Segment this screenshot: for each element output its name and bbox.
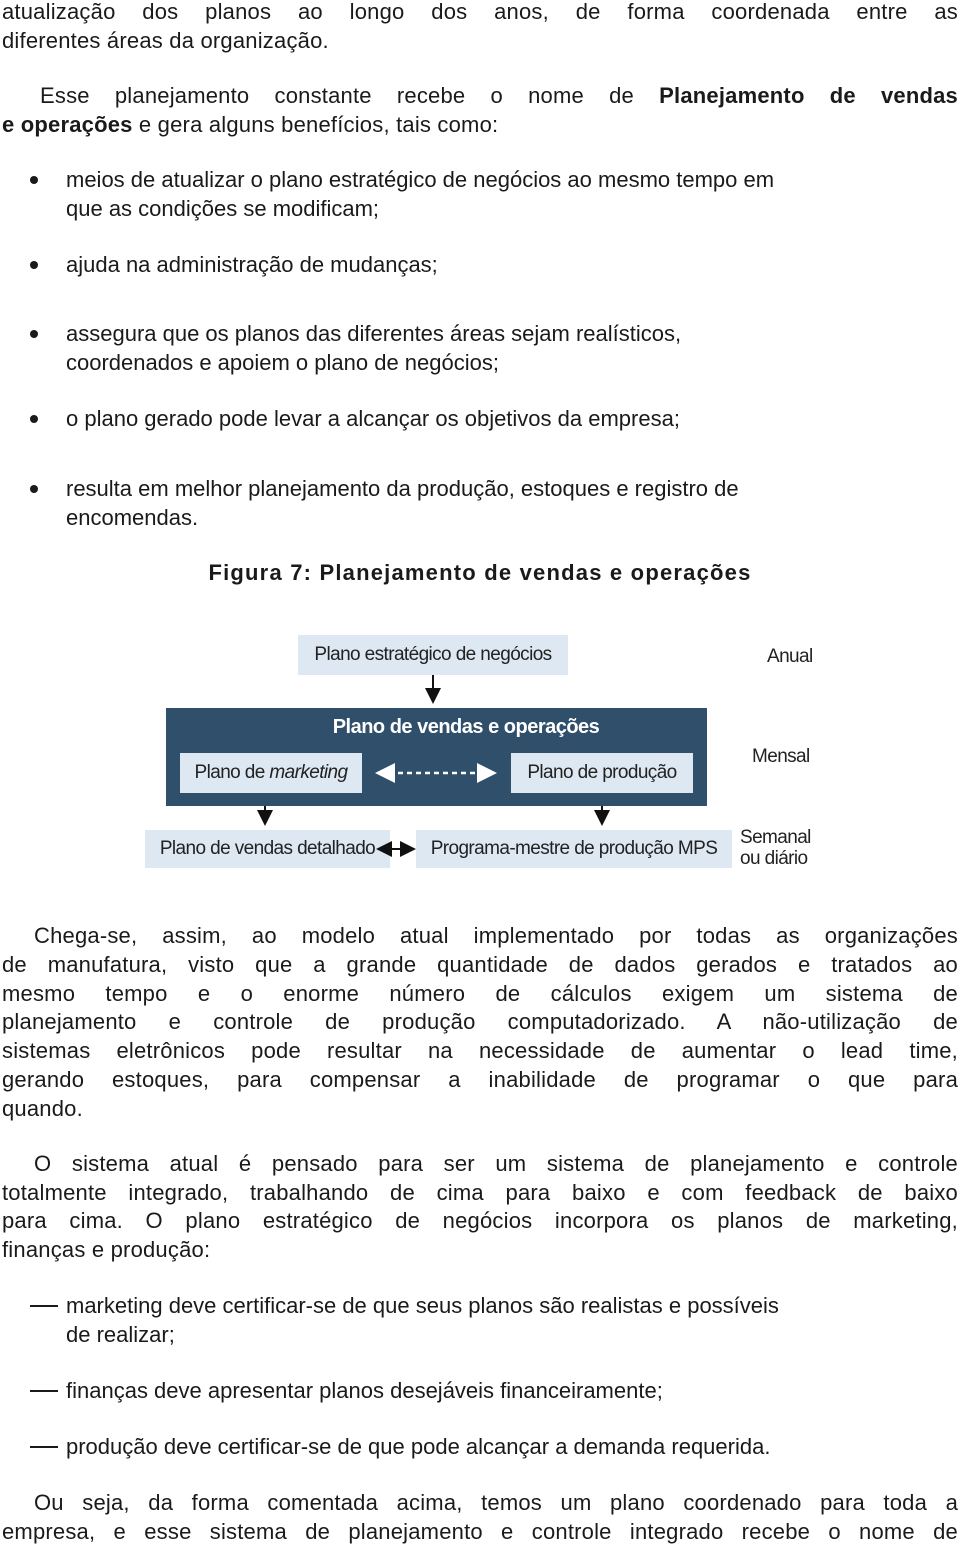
para1-text-cont: e gera alguns benefícios, tais como: (132, 112, 499, 137)
para1-text: Esse planejamento constante recebe o nom… (40, 83, 660, 108)
list-item-text: encomendas. (66, 505, 199, 530)
bullet-icon (30, 176, 38, 184)
box-mps: Programa-mestre de produção MPS (416, 830, 732, 868)
list-item-text: coordenados e apoiem o plano de negócios… (66, 350, 499, 375)
freq-annual: Anual (767, 646, 813, 667)
bullet-icon (30, 485, 38, 493)
para1-line-1: Esse planejamento constante recebe o nom… (40, 81, 958, 110)
list-item-text: finanças deve apresentar planos desejáve… (66, 1378, 663, 1403)
para1-bold-term-cont: e operações (2, 112, 133, 137)
freq-monthly: Mensal (752, 746, 810, 767)
list-item-text: resulta em melhor planejamento da produç… (66, 476, 739, 501)
dash-icon (30, 1446, 58, 1448)
list-item-text: produção deve certificar-se de que pode … (66, 1434, 771, 1459)
intro-line-1: atualização dos planos ao longo dos anos… (2, 0, 958, 24)
bullet-icon (30, 261, 38, 269)
bullet-icon (30, 330, 38, 338)
list-item-text: o plano gerado pode levar a alcançar os … (66, 406, 680, 431)
dash-icon (30, 1305, 58, 1307)
para2-line: gerando estoques, para compensar a inabi… (2, 1067, 958, 1092)
dash-icon (30, 1390, 58, 1392)
para3-line: para cima. O plano estratégico de negóci… (2, 1208, 958, 1233)
para2-line: de manufatura, visto que a grande quanti… (2, 952, 958, 977)
list-item-text: marketing deve certificar-se de que seus… (66, 1293, 779, 1318)
list-item-text: ajuda na administração de mudanças; (66, 252, 438, 277)
para3-line: O sistema atual é pensado para ser um si… (34, 1151, 958, 1176)
para4-line: empresa, e esse sistema de planejamento … (2, 1519, 958, 1544)
para4-line: Ou seja, da forma comentada acima, temos… (34, 1490, 958, 1515)
list-item-text: meios de atualizar o plano estratégico d… (66, 167, 775, 192)
para3-line: totalmente integrado, trabalhando de cim… (2, 1180, 958, 1205)
freq-weekly: Semanal (740, 827, 811, 848)
figure-caption: Figura 7: Planejamento de vendas e opera… (208, 560, 752, 585)
bullet-icon (30, 415, 38, 423)
para2-line: mesmo tempo e o enorme número de cálculo… (2, 981, 958, 1006)
para2-line: quando. (2, 1096, 83, 1121)
freq-daily: ou diário (740, 848, 808, 869)
intro-line-2: diferentes áreas da organização. (2, 28, 329, 53)
para3-line: finanças e produção: (2, 1237, 211, 1262)
para2-line: sistemas eletrônicos pode resultar na ne… (2, 1038, 958, 1063)
para1-line-2: e operações e gera alguns benefícios, ta… (2, 110, 958, 139)
para1-bold-term: Planejamento de vendas (659, 83, 958, 108)
list-item-text: de realizar; (66, 1322, 175, 1347)
para2-line: Chega-se, assim, ao modelo atual impleme… (34, 923, 958, 948)
list-item-text: assegura que os planos das diferentes ár… (66, 321, 682, 346)
para2-line: planejamento e controle de produção comp… (2, 1009, 958, 1034)
sop-diagram: Plano estratégico de negócios Plano de v… (0, 620, 960, 890)
list-item-text: que as condições se modificam; (66, 196, 380, 221)
